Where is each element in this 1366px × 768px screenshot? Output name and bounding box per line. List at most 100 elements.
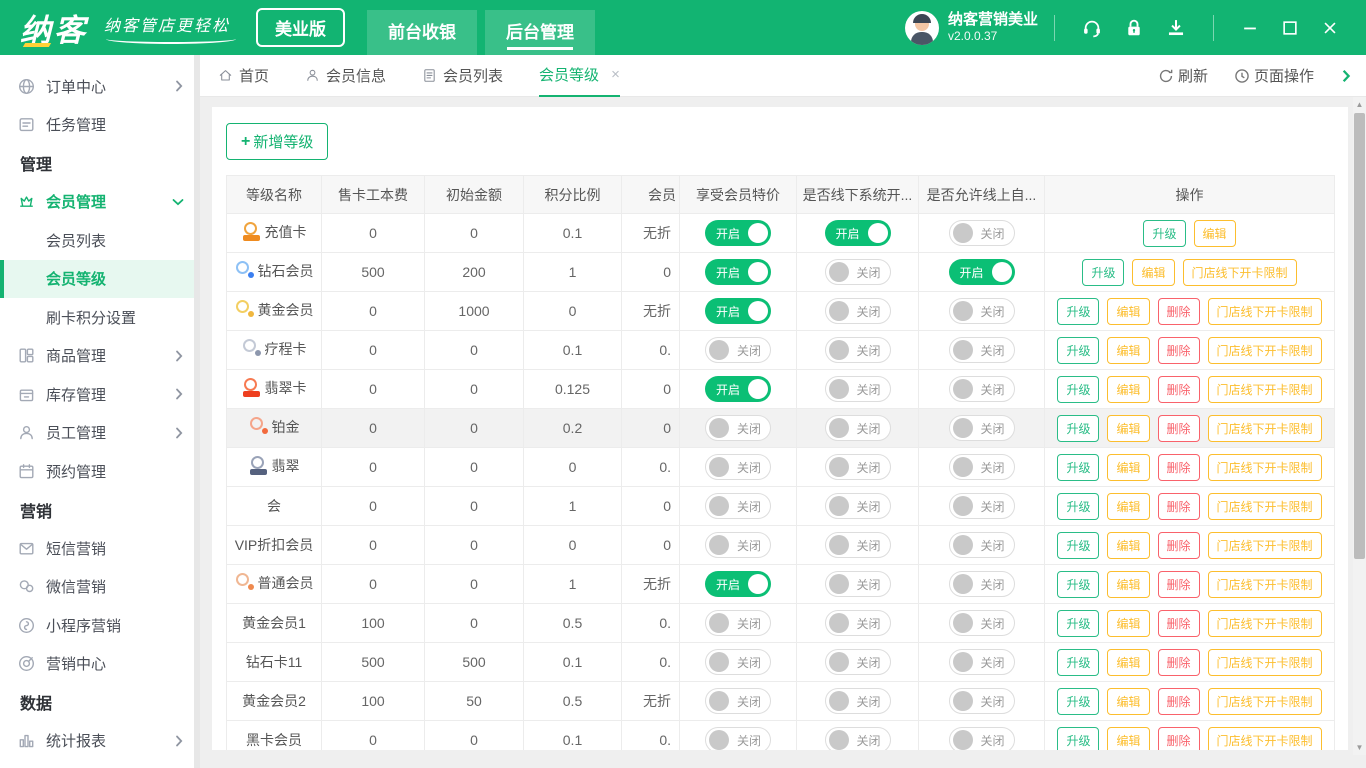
mode-tab-backend[interactable]: 后台管理 bbox=[485, 10, 595, 55]
toggle-online-self[interactable]: 关闭 bbox=[949, 220, 1015, 246]
upgrade-button[interactable]: 升级 bbox=[1057, 610, 1099, 637]
edit-button[interactable]: 编辑 bbox=[1107, 532, 1149, 559]
sidebar-item[interactable]: 小程序营销 bbox=[0, 606, 200, 645]
edit-button[interactable]: 编辑 bbox=[1107, 337, 1149, 364]
toggle-special-price[interactable]: 关闭 bbox=[705, 532, 771, 558]
delete-button[interactable]: 删除 bbox=[1158, 493, 1200, 520]
expand-operations-icon[interactable] bbox=[1340, 69, 1352, 83]
sidebar-item[interactable]: 统计报表 bbox=[0, 722, 200, 761]
upgrade-button[interactable]: 升级 bbox=[1143, 220, 1185, 247]
limit-button[interactable]: 门店线下开卡限制 bbox=[1208, 688, 1322, 715]
edit-button[interactable]: 编辑 bbox=[1107, 688, 1149, 715]
edit-button[interactable]: 编辑 bbox=[1107, 376, 1149, 403]
upgrade-button[interactable]: 升级 bbox=[1057, 337, 1099, 364]
edition-badge[interactable]: 美业版 bbox=[256, 8, 345, 47]
toggle-online-self[interactable]: 关闭 bbox=[949, 415, 1015, 441]
toggle-online-self[interactable]: 关闭 bbox=[949, 571, 1015, 597]
toggle-online-self[interactable]: 关闭 bbox=[949, 376, 1015, 402]
toggle-offline-open[interactable]: 关闭 bbox=[825, 688, 891, 714]
toggle-online-self[interactable]: 开启 bbox=[949, 259, 1015, 285]
sidebar-item[interactable]: 商品管理 bbox=[0, 337, 200, 376]
toggle-special-price[interactable]: 开启 bbox=[705, 571, 771, 597]
delete-button[interactable]: 删除 bbox=[1158, 571, 1200, 598]
delete-button[interactable]: 删除 bbox=[1158, 649, 1200, 676]
edit-button[interactable]: 编辑 bbox=[1194, 220, 1236, 247]
limit-button[interactable]: 门店线下开卡限制 bbox=[1208, 610, 1322, 637]
toggle-special-price[interactable]: 关闭 bbox=[705, 415, 771, 441]
upgrade-button[interactable]: 升级 bbox=[1082, 259, 1124, 286]
toggle-special-price[interactable]: 关闭 bbox=[705, 727, 771, 750]
sidebar-item[interactable]: 库存管理 bbox=[0, 375, 200, 414]
vertical-scrollbar[interactable]: ▲ ▼ bbox=[1353, 97, 1366, 755]
upgrade-button[interactable]: 升级 bbox=[1057, 571, 1099, 598]
toggle-special-price[interactable]: 关闭 bbox=[705, 610, 771, 636]
limit-button[interactable]: 门店线下开卡限制 bbox=[1183, 259, 1297, 286]
toggle-special-price[interactable]: 开启 bbox=[705, 259, 771, 285]
upgrade-button[interactable]: 升级 bbox=[1057, 415, 1099, 442]
upgrade-button[interactable]: 升级 bbox=[1057, 493, 1099, 520]
limit-button[interactable]: 门店线下开卡限制 bbox=[1208, 298, 1322, 325]
support-icon[interactable] bbox=[1081, 17, 1103, 39]
sidebar-item[interactable]: 员工管理 bbox=[0, 414, 200, 453]
delete-button[interactable]: 删除 bbox=[1158, 415, 1200, 442]
toggle-online-self[interactable]: 关闭 bbox=[949, 298, 1015, 324]
delete-button[interactable]: 删除 bbox=[1158, 688, 1200, 715]
limit-button[interactable]: 门店线下开卡限制 bbox=[1208, 532, 1322, 559]
sidebar-subitem[interactable]: 会员等级 bbox=[0, 260, 200, 299]
toggle-special-price[interactable]: 开启 bbox=[705, 376, 771, 402]
delete-button[interactable]: 删除 bbox=[1158, 298, 1200, 325]
mode-tab-cashier[interactable]: 前台收银 bbox=[367, 10, 477, 55]
refresh-button[interactable]: 刷新 bbox=[1158, 65, 1208, 86]
delete-button[interactable]: 删除 bbox=[1158, 454, 1200, 481]
toggle-special-price[interactable]: 开启 bbox=[705, 298, 771, 324]
toggle-online-self[interactable]: 关闭 bbox=[949, 688, 1015, 714]
tab-首页[interactable]: 首页 bbox=[218, 55, 269, 97]
download-icon[interactable] bbox=[1165, 17, 1187, 39]
user-avatar[interactable] bbox=[905, 11, 939, 45]
limit-button[interactable]: 门店线下开卡限制 bbox=[1208, 571, 1322, 598]
upgrade-button[interactable]: 升级 bbox=[1057, 454, 1099, 481]
sidebar-item[interactable]: 任务管理 bbox=[0, 106, 200, 145]
sidebar-item[interactable]: 预约管理 bbox=[0, 452, 200, 491]
toggle-online-self[interactable]: 关闭 bbox=[949, 454, 1015, 480]
lock-icon[interactable] bbox=[1123, 17, 1145, 39]
upgrade-button[interactable]: 升级 bbox=[1057, 532, 1099, 559]
toggle-offline-open[interactable]: 关闭 bbox=[825, 298, 891, 324]
tab-会员等级[interactable]: 会员等级× bbox=[539, 55, 620, 97]
delete-button[interactable]: 删除 bbox=[1158, 376, 1200, 403]
toggle-offline-open[interactable]: 关闭 bbox=[825, 454, 891, 480]
edit-button[interactable]: 编辑 bbox=[1107, 571, 1149, 598]
toggle-offline-open[interactable]: 关闭 bbox=[825, 532, 891, 558]
minimize-button[interactable] bbox=[1241, 19, 1259, 37]
sidebar-item[interactable]: 订单中心 bbox=[0, 67, 200, 106]
limit-button[interactable]: 门店线下开卡限制 bbox=[1208, 649, 1322, 676]
scroll-up-icon[interactable]: ▲ bbox=[1353, 98, 1366, 111]
scrollbar-thumb[interactable] bbox=[1354, 113, 1365, 559]
scroll-down-icon[interactable]: ▼ bbox=[1353, 741, 1366, 754]
tab-会员信息[interactable]: 会员信息 bbox=[305, 55, 386, 97]
delete-button[interactable]: 删除 bbox=[1158, 337, 1200, 364]
limit-button[interactable]: 门店线下开卡限制 bbox=[1208, 454, 1322, 481]
maximize-button[interactable] bbox=[1281, 19, 1299, 37]
add-level-button[interactable]: + 新增等级 bbox=[226, 123, 328, 160]
tab-会员列表[interactable]: 会员列表 bbox=[422, 55, 503, 97]
edit-button[interactable]: 编辑 bbox=[1107, 415, 1149, 442]
upgrade-button[interactable]: 升级 bbox=[1057, 376, 1099, 403]
sidebar-item[interactable]: 短信营销 bbox=[0, 529, 200, 568]
page-operations-button[interactable]: 页面操作 bbox=[1234, 65, 1314, 86]
upgrade-button[interactable]: 升级 bbox=[1057, 727, 1099, 751]
toggle-offline-open[interactable]: 关闭 bbox=[825, 493, 891, 519]
toggle-special-price[interactable]: 开启 bbox=[705, 220, 771, 246]
toggle-online-self[interactable]: 关闭 bbox=[949, 532, 1015, 558]
edit-button[interactable]: 编辑 bbox=[1107, 649, 1149, 676]
toggle-special-price[interactable]: 关闭 bbox=[705, 649, 771, 675]
sidebar-item[interactable]: 营销中心 bbox=[0, 645, 200, 684]
sidebar-item[interactable] bbox=[0, 760, 200, 768]
limit-button[interactable]: 门店线下开卡限制 bbox=[1208, 493, 1322, 520]
toggle-online-self[interactable]: 关闭 bbox=[949, 493, 1015, 519]
toggle-offline-open[interactable]: 关闭 bbox=[825, 649, 891, 675]
toggle-offline-open[interactable]: 关闭 bbox=[825, 376, 891, 402]
close-button[interactable] bbox=[1321, 19, 1339, 37]
toggle-online-self[interactable]: 关闭 bbox=[949, 610, 1015, 636]
sidebar-item[interactable]: 会员管理 bbox=[0, 183, 200, 222]
